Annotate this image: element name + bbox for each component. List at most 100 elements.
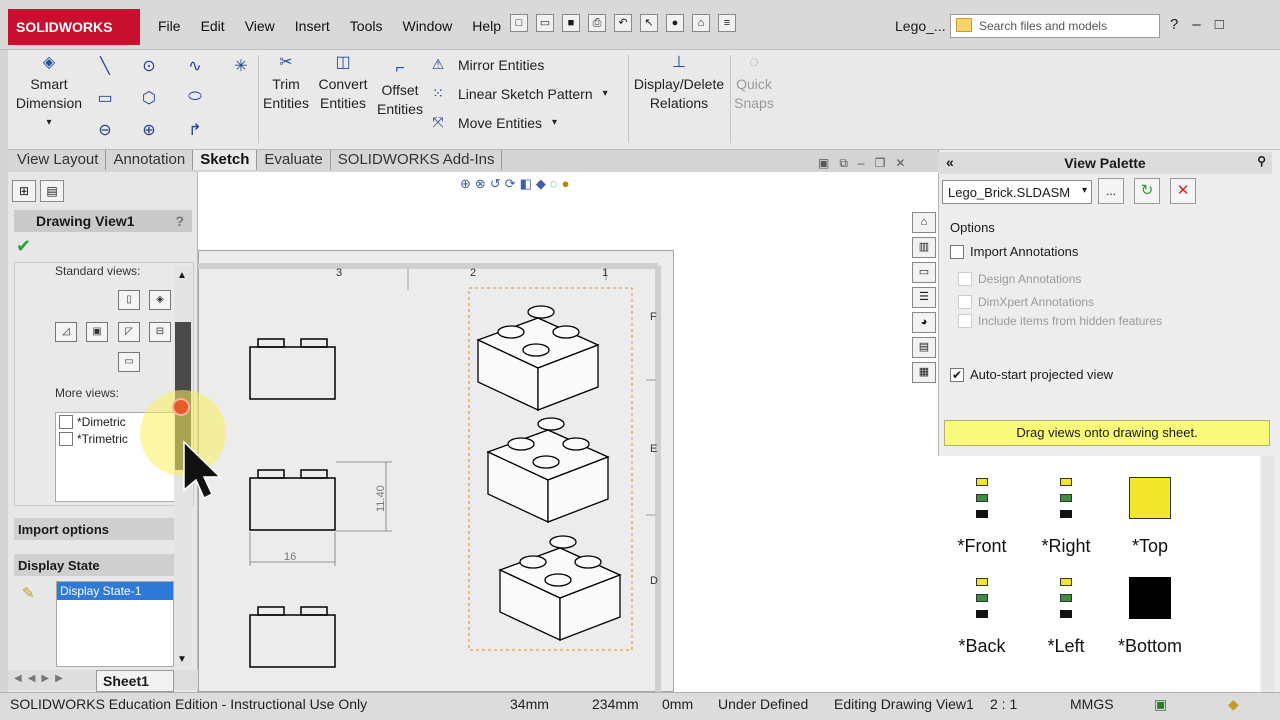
previous-view-icon[interactable]: ↺: [490, 176, 501, 192]
view-palette-icon[interactable]: ☰: [912, 287, 936, 308]
auto-start-option[interactable]: ✔ Auto-start projected view: [950, 367, 1113, 382]
display-state-section[interactable]: Display State: [14, 554, 174, 576]
new-document-icon[interactable]: □: [510, 14, 528, 32]
appearance-icon[interactable]: ●: [562, 176, 570, 192]
ellipse-icon[interactable]: ⬭: [184, 88, 206, 108]
rectangle-icon[interactable]: ▭: [94, 88, 116, 108]
view-right-button[interactable]: ◸: [118, 322, 140, 342]
move-entities-button[interactable]: ⤧ Move Entities ▾: [428, 108, 608, 137]
menu-view[interactable]: View: [235, 16, 285, 36]
tile-icon[interactable]: ▣: [818, 156, 829, 171]
offset-entities-button[interactable]: ⌐ Offset Entities: [376, 60, 424, 119]
help-icon[interactable]: ?: [175, 213, 184, 229]
save-icon[interactable]: ■: [562, 14, 580, 32]
sheet-nav-arrows-icon[interactable]: ◀◀▶▶: [14, 673, 69, 684]
open-folder-icon[interactable]: ▭: [536, 14, 554, 32]
restore-doc-icon[interactable]: ❐: [875, 156, 886, 171]
undo-icon[interactable]: ↶: [614, 14, 632, 32]
palette-scrollbar[interactable]: [1262, 456, 1274, 692]
trim-entities-button[interactable]: ✂ Trim Entities: [262, 54, 310, 113]
file-properties-icon[interactable]: ⌂: [692, 14, 710, 32]
linear-sketch-pattern-button[interactable]: ⁙ Linear Sketch Pattern ▾: [428, 79, 608, 108]
circle-icon[interactable]: ⊙: [138, 56, 160, 76]
forum-icon[interactable]: ▦: [912, 362, 936, 383]
browse-button[interactable]: ...: [1098, 178, 1124, 204]
menu-insert[interactable]: Insert: [285, 16, 340, 36]
tab-sketch[interactable]: Sketch: [193, 150, 258, 170]
menu-edit[interactable]: Edit: [191, 16, 235, 36]
design-library-icon[interactable]: ▥: [912, 237, 936, 258]
scale-status[interactable]: 2 : 1: [990, 696, 1017, 712]
palette-view-front[interactable]: *Front: [942, 460, 1022, 557]
feature-tree-icon[interactable]: ⊞: [12, 180, 36, 202]
cascade-icon[interactable]: ⧉: [839, 156, 848, 171]
scroll-up-icon[interactable]: ▲: [177, 270, 187, 281]
view-back-button[interactable]: ▭: [118, 352, 140, 372]
quick-snaps-button[interactable]: ◌ Quick Snaps: [732, 54, 776, 113]
tag-icon[interactable]: ◆: [1228, 696, 1239, 713]
rebuild-icon[interactable]: ●: [666, 14, 684, 32]
palette-view-right[interactable]: *Right: [1026, 460, 1106, 557]
hidden-features-option[interactable]: Include items from hidden features: [958, 314, 1162, 328]
zoom-to-area-icon[interactable]: ⊗: [475, 176, 486, 192]
pin-icon[interactable]: ⚲: [1257, 154, 1266, 168]
import-options-section[interactable]: Import options: [14, 518, 174, 540]
design-annotations-option[interactable]: Design Annotations: [958, 272, 1081, 286]
dimetric-checkbox[interactable]: [59, 414, 73, 429]
import-annotations-option[interactable]: Import Annotations: [950, 244, 1078, 259]
close-doc-icon[interactable]: ✕: [895, 156, 905, 171]
options-icon[interactable]: ≡: [718, 14, 736, 32]
palette-view-back[interactable]: *Back: [942, 560, 1022, 657]
refresh-icon[interactable]: ↻: [1134, 178, 1160, 204]
collapse-icon[interactable]: «: [946, 154, 954, 170]
import-annotations-checkbox[interactable]: [950, 244, 964, 259]
line-icon[interactable]: ╲: [94, 56, 116, 76]
tab-annotation[interactable]: Annotation: [106, 150, 194, 170]
solidworks-logo[interactable]: SOLIDWORKS: [8, 9, 140, 45]
smart-dimension-button[interactable]: ◈ Smart Dimension ▾: [14, 54, 84, 132]
convert-entities-button[interactable]: ◫ Convert Entities: [314, 54, 372, 113]
appearances-icon[interactable]: ◕: [912, 312, 936, 333]
palette-view-top[interactable]: *Top: [1110, 460, 1190, 557]
help-status-icon[interactable]: ▣: [1154, 696, 1167, 713]
minimize-doc-icon[interactable]: –: [858, 156, 865, 171]
file-explorer-icon[interactable]: ▭: [912, 262, 936, 283]
spline-icon[interactable]: ∿: [184, 56, 206, 76]
tab-evaluate[interactable]: Evaluate: [257, 150, 331, 170]
palette-view-left[interactable]: *Left: [1026, 560, 1106, 657]
restore-icon[interactable]: □: [1215, 16, 1224, 33]
select-icon[interactable]: ↖: [640, 14, 658, 32]
point-icon[interactable]: ✳: [230, 56, 252, 76]
display-delete-relations-button[interactable]: ⊥ Display/Delete Relations: [632, 54, 726, 113]
fillet-icon[interactable]: ↱: [184, 120, 206, 140]
slot-icon[interactable]: ⊖: [94, 120, 116, 140]
property-manager-icon[interactable]: ▤: [40, 180, 64, 202]
minimize-icon[interactable]: –: [1192, 16, 1200, 33]
plane-icon[interactable]: ⊕: [138, 120, 160, 140]
model-select[interactable]: Lego_Brick.SLDASM ▾: [942, 180, 1092, 204]
help-icon[interactable]: ?: [1170, 16, 1178, 33]
menu-help[interactable]: Help: [462, 16, 511, 36]
print-icon[interactable]: ⎙: [588, 14, 606, 32]
view-front-button[interactable]: ▯: [118, 290, 140, 310]
view-left-button[interactable]: ◿: [55, 322, 77, 342]
rotate-icon[interactable]: ⟳: [505, 176, 516, 192]
sheet-tab[interactable]: Sheet1: [96, 670, 174, 692]
menu-tools[interactable]: Tools: [340, 16, 393, 36]
zoom-to-fit-icon[interactable]: ⊕: [460, 176, 471, 192]
menu-window[interactable]: Window: [392, 16, 462, 36]
design-annotations-checkbox[interactable]: [958, 272, 972, 286]
tab-add-ins[interactable]: SOLIDWORKS Add-Ins: [330, 150, 503, 170]
mirror-entities-button[interactable]: ⚠ Mirror Entities: [428, 50, 608, 79]
dimxpert-annotations-option[interactable]: DimXpert Annotations: [958, 295, 1094, 309]
scroll-down-icon[interactable]: ▼: [177, 654, 187, 665]
view-isometric-button[interactable]: ◈: [149, 290, 171, 310]
hide-show-icon[interactable]: ◌: [550, 176, 558, 192]
section-view-icon[interactable]: ◧: [520, 176, 532, 192]
search-input[interactable]: Search files and models: [950, 14, 1160, 38]
custom-properties-icon[interactable]: ▤: [912, 337, 936, 358]
view-bottom-button[interactable]: ⊟: [149, 322, 171, 342]
view-top-button[interactable]: ▣: [86, 322, 108, 342]
units-status[interactable]: MMGS: [1070, 696, 1114, 712]
display-style-icon[interactable]: ◆: [536, 176, 546, 192]
